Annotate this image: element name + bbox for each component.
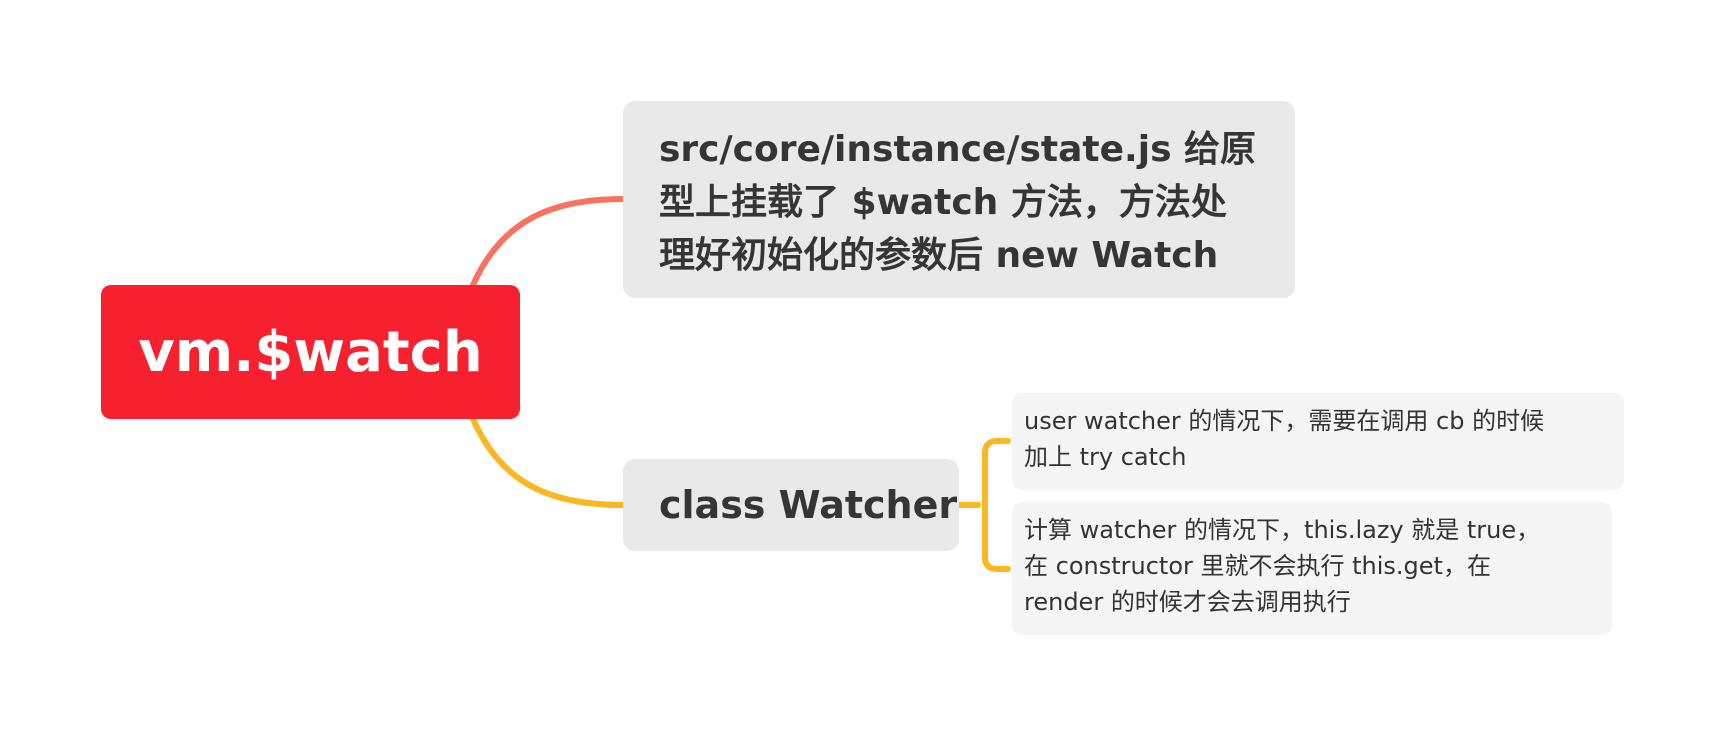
connector-root-to-state-note xyxy=(470,196,626,288)
subtopic-computed-watcher[interactable]: 计算 watcher 的情况下，this.lazy 就是 true， 在 con… xyxy=(1012,502,1612,635)
subtopic-text-line: render 的时候才会去调用执行 xyxy=(1024,588,1351,616)
root-topic-label: vm.$watch xyxy=(138,319,483,385)
subtopic-text-line: 在 constructor 里就不会执行 this.get，在 xyxy=(1024,552,1491,580)
subtopic-text-line: 计算 watcher 的情况下，this.lazy 就是 true， xyxy=(1024,516,1541,544)
subtopic-text-line: 加上 try catch xyxy=(1024,443,1187,471)
topic-class-watcher-label: class Watcher xyxy=(659,483,958,527)
topic-text-line: 理好初始化的参数后 new Watch xyxy=(659,235,1219,276)
topic-text-line: 型上挂载了 $watch 方法，方法处 xyxy=(659,182,1227,223)
topic-text-line: src/core/instance/state.js 给原 xyxy=(659,129,1257,170)
connector-class-watcher-bracket xyxy=(956,438,1011,572)
subtopic-user-watcher[interactable]: user watcher 的情况下，需要在调用 cb 的时候 加上 try ca… xyxy=(1012,393,1624,490)
connector-root-to-class-watcher xyxy=(470,416,626,508)
subtopic-text-line: user watcher 的情况下，需要在调用 cb 的时候 xyxy=(1024,407,1545,435)
root-topic[interactable]: vm.$watch xyxy=(101,285,520,419)
topic-state-js-note[interactable]: src/core/instance/state.js 给原 型上挂载了 $wat… xyxy=(623,101,1295,298)
topic-class-watcher[interactable]: class Watcher xyxy=(623,459,959,551)
